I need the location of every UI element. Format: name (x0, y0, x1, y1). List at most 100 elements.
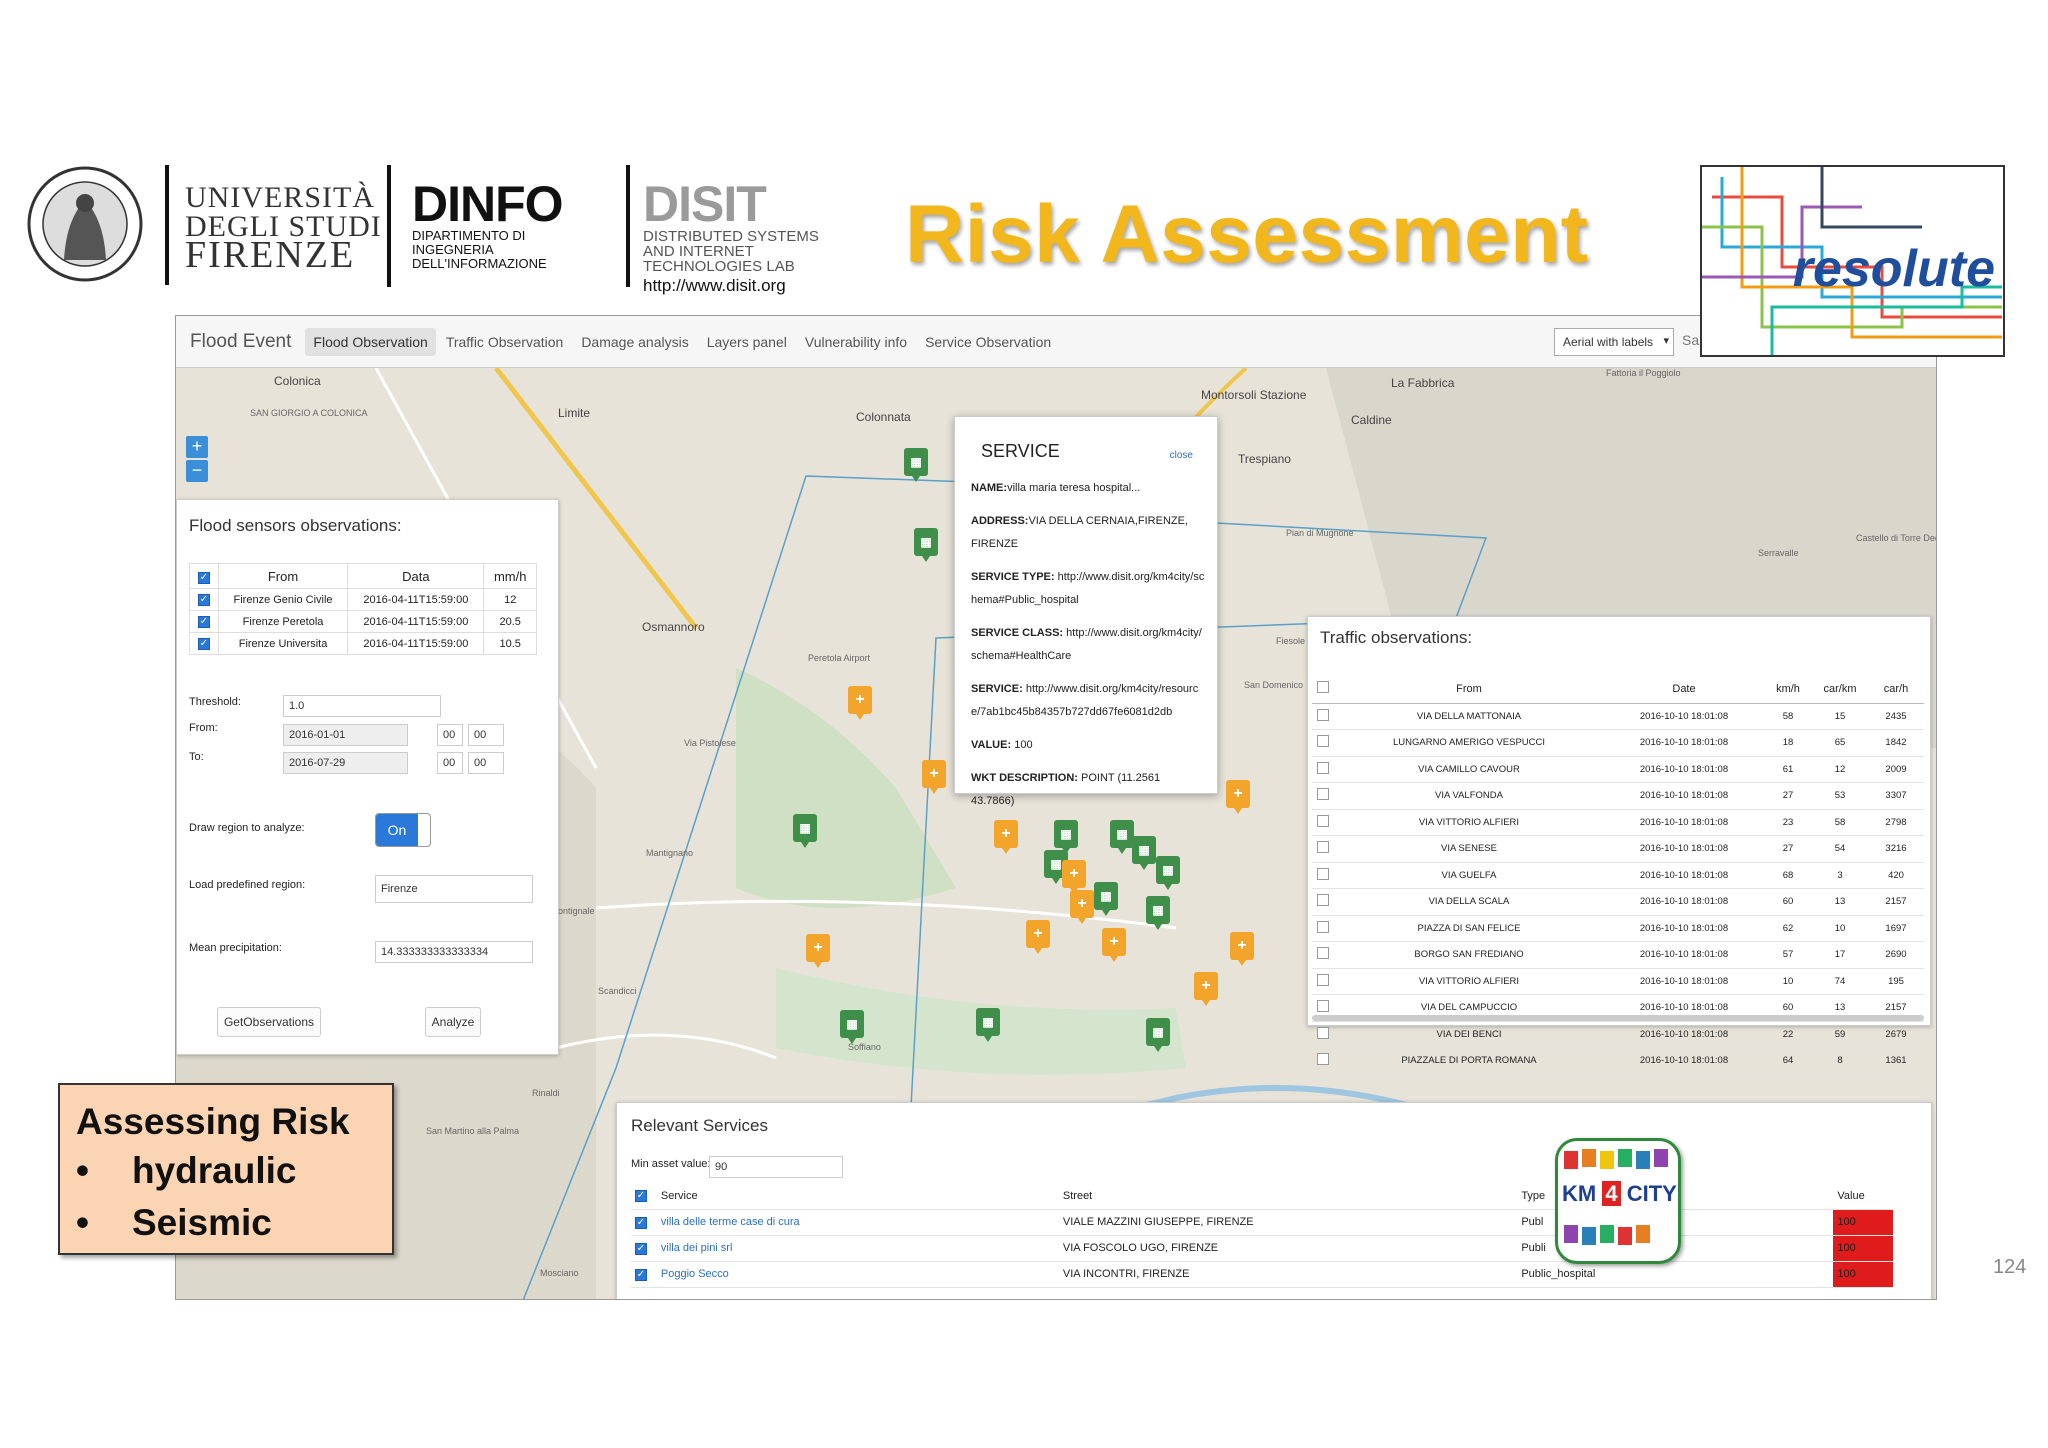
hospital-marker[interactable]: ▦ (914, 528, 938, 562)
hospital-marker[interactable]: ▦ (1146, 896, 1170, 930)
threshold-input[interactable]: 1.0 (283, 695, 441, 717)
table-row[interactable]: ✓ villa delle terme case di cura VIALE M… (631, 1209, 1893, 1236)
service-marker[interactable]: + (1026, 920, 1050, 954)
table-row[interactable]: VIA DELLA MATTONAIA 2016-10-10 18:01:08 58… (1312, 703, 1924, 730)
hospital-marker[interactable]: ▦ (1054, 820, 1078, 854)
service-marker[interactable]: + (1102, 928, 1126, 962)
hospital-marker[interactable]: ▦ (1110, 820, 1134, 854)
table-row[interactable]: VIA CAMILLO CAVOUR 2016-10-10 18:01:08 61 1… (1312, 756, 1924, 783)
hospital-marker[interactable]: ▦ (840, 1010, 864, 1044)
street-name: BORGO SAN FREDIANO (1334, 941, 1604, 969)
row-checkbox[interactable] (1317, 761, 1329, 774)
tab-flood-observation[interactable]: Flood Observation (305, 327, 436, 356)
table-row[interactable]: ✓ Firenze Peretola 2016-04-11T15:59:00 2… (189, 610, 537, 633)
service-marker[interactable]: + (1226, 780, 1250, 814)
horizontal-scrollbar[interactable] (1312, 1015, 1924, 1021)
tab-traffic-observation[interactable]: Traffic Observation (438, 328, 572, 356)
row-checkbox[interactable] (1317, 814, 1329, 827)
disit-url[interactable]: http://www.disit.org (643, 276, 819, 296)
row-checkbox[interactable] (1317, 788, 1329, 801)
row-checkbox[interactable]: ✓ (635, 1268, 647, 1281)
from-minute-input[interactable]: 00 (468, 724, 504, 746)
app-brand[interactable]: Flood Event (190, 331, 291, 353)
hospital-marker[interactable]: ▦ (793, 814, 817, 848)
from-hour-input[interactable]: 00 (437, 724, 463, 746)
hospital-marker[interactable]: ▦ (1146, 1018, 1170, 1052)
service-link[interactable]: Poggio Secco (661, 1268, 729, 1280)
row-checkbox[interactable]: ✓ (197, 616, 210, 628)
tab-service-observation[interactable]: Service Observation (917, 328, 1059, 356)
hospital-marker[interactable]: ▦ (976, 1008, 1000, 1042)
table-row[interactable]: PIAZZA DI SAN FELICE 2016-10-10 18:01:08 6… (1312, 915, 1924, 942)
table-row[interactable]: PIAZZALE DI PORTA ROMANA 2016-10-10 18:01… (1312, 1047, 1924, 1075)
analyze-button[interactable]: Analyze (425, 1007, 481, 1037)
from-date-input[interactable]: 2016-01-01 (283, 724, 408, 746)
zoom-in-button[interactable]: + (186, 436, 208, 458)
table-row[interactable]: ✓ Firenze Genio Civile 2016-04-11T15:59:… (189, 588, 537, 611)
row-checkbox[interactable] (1317, 1053, 1329, 1066)
row-checkbox[interactable]: ✓ (197, 638, 210, 650)
service-marker[interactable]: + (994, 820, 1018, 854)
row-checkbox[interactable] (1317, 920, 1329, 933)
service-link[interactable]: villa delle terme case di cura (661, 1216, 800, 1228)
row-checkbox[interactable] (1317, 1000, 1329, 1013)
to-hour-input[interactable]: 00 (437, 752, 463, 774)
table-row[interactable]: VIA DELLA SCALA 2016-10-10 18:01:08 60 13 21… (1312, 888, 1924, 916)
select-all-checkbox[interactable] (1317, 681, 1329, 694)
select-all-checkbox[interactable]: ✓ (197, 572, 210, 584)
service-marker[interactable]: + (922, 760, 946, 794)
hospital-marker[interactable]: ▦ (1156, 856, 1180, 890)
row-checkbox[interactable] (1317, 973, 1329, 986)
density-value: 3 (1812, 862, 1868, 889)
service-marker[interactable]: + (848, 686, 872, 720)
table-row[interactable]: VIA VITTORIO ALFIERI 2016-10-10 18:01:08 1… (1312, 968, 1924, 995)
table-row[interactable]: VIA GUELFA 2016-10-10 18:01:08 68 3 420 (1312, 862, 1924, 889)
row-checkbox[interactable]: ✓ (635, 1216, 647, 1229)
predefined-region-select[interactable]: Firenze (375, 875, 533, 903)
row-checkbox[interactable] (1317, 867, 1329, 880)
service-marker[interactable]: + (806, 934, 830, 968)
tab-vulnerability-info[interactable]: Vulnerability info (797, 328, 915, 356)
row-checkbox[interactable] (1317, 1026, 1329, 1039)
row-checkbox[interactable]: ✓ (197, 594, 210, 606)
row-checkbox[interactable] (1317, 894, 1329, 907)
to-date-input[interactable]: 2016-07-29 (283, 752, 408, 774)
table-row[interactable]: LUNGARNO AMERIGO VESPUCCI 2016-10-10 18:0… (1312, 729, 1924, 757)
row-checkbox[interactable]: ✓ (635, 1242, 647, 1255)
row-checkbox[interactable] (1317, 708, 1329, 721)
service-marker[interactable]: + (1062, 860, 1086, 894)
row-checkbox[interactable] (1317, 735, 1329, 748)
table-row[interactable]: ✓ Firenze Universita 2016-04-11T15:59:00… (189, 632, 537, 655)
density-value: 65 (1812, 729, 1868, 757)
service-link[interactable]: villa dei pini srl (661, 1242, 733, 1254)
table-row[interactable]: VIA SENESE 2016-10-10 18:01:08 27 54 3216 (1312, 835, 1924, 863)
save-button[interactable]: Sa (1682, 332, 1699, 348)
table-row[interactable]: BORGO SAN FREDIANO 2016-10-10 18:01:08 57 1… (1312, 941, 1924, 969)
table-row[interactable]: ✓ villa dei pini srl VIA FOSCOLO UGO, FI… (631, 1235, 1893, 1262)
row-checkbox[interactable] (1317, 841, 1329, 854)
tab-damage-analysis[interactable]: Damage analysis (573, 328, 696, 356)
hospital-marker[interactable]: ▦ (1132, 836, 1156, 870)
select-all-checkbox[interactable]: ✓ (635, 1190, 647, 1203)
layer-select[interactable]: Aerial with labels (1554, 328, 1674, 356)
service-marker[interactable]: + (1230, 932, 1254, 966)
table-row[interactable]: VIA VALFONDA 2016-10-10 18:01:08 27 53 3307 (1312, 782, 1924, 810)
tab-layers-panel[interactable]: Layers panel (699, 328, 795, 356)
speed-value: 23 (1764, 809, 1812, 836)
zoom-out-button[interactable]: − (186, 460, 208, 482)
popup-close-link[interactable]: close (1170, 450, 1193, 461)
table-row[interactable]: ✓ Poggio Secco VIA INCONTRI, FIRENZE Pub… (631, 1261, 1893, 1288)
hospital-marker[interactable]: ▦ (904, 448, 928, 482)
row-checkbox[interactable] (1317, 947, 1329, 960)
table-row[interactable]: VIA DEI BENCI 2016-10-10 18:01:08 22 59 2679 (1312, 1021, 1924, 1048)
service-marker[interactable]: + (1194, 972, 1218, 1006)
draw-region-toggle[interactable]: On (375, 813, 431, 847)
hospital-marker[interactable]: ▦ (1094, 882, 1118, 916)
get-observations-button[interactable]: GetObservations (217, 1007, 321, 1037)
column-header: From (1334, 675, 1604, 704)
table-row[interactable]: VIA VITTORIO ALFIERI 2016-10-10 18:01:08 2… (1312, 809, 1924, 836)
to-minute-input[interactable]: 00 (468, 752, 504, 774)
min-asset-input[interactable]: 90 (709, 1156, 843, 1178)
mean-precipitation-input[interactable]: 14.333333333333334 (375, 941, 533, 963)
service-marker[interactable]: + (1070, 890, 1094, 924)
